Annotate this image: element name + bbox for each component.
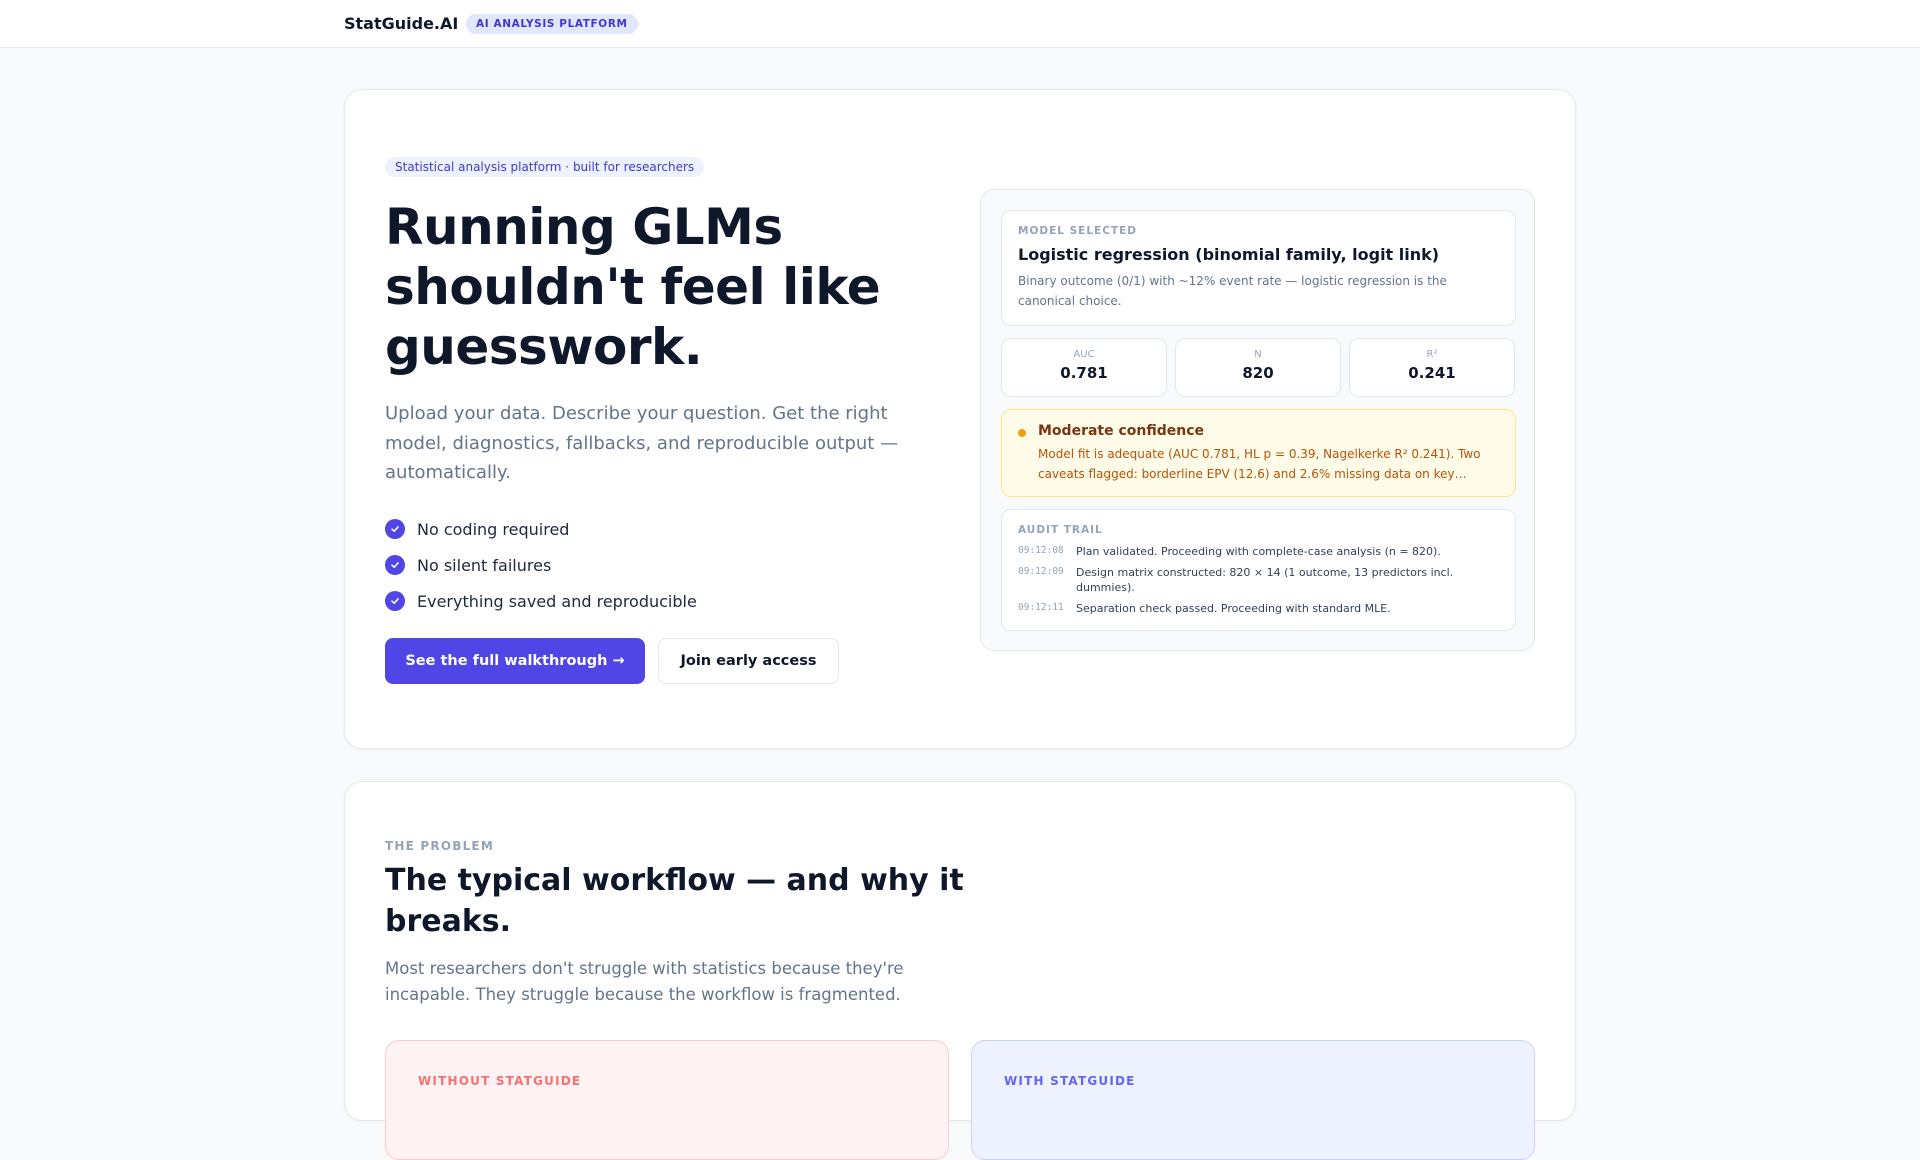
confidence-title: Moderate confidence (1038, 423, 1205, 439)
model-selected-box: MODEL SELECTED Logistic regression (bino… (1001, 210, 1516, 326)
metric-label: R² (1426, 349, 1438, 360)
metric-value: 820 (1242, 364, 1274, 382)
metric-auc: AUC 0.781 (1001, 338, 1167, 397)
hero-headline: Running GLMs shouldn't feel like guesswo… (385, 198, 881, 376)
section-eyebrow: THE PROBLEM (385, 839, 494, 853)
check-icon (385, 519, 405, 539)
audit-message: Design matrix constructed: 820 × 14 (1 o… (1076, 566, 1454, 594)
metric-n: N 820 (1175, 338, 1341, 397)
problem-section: THE PROBLEM The typical workflow — and w… (344, 781, 1576, 1160)
confidence-alert: Moderate confidence Model fit is adequat… (1001, 409, 1516, 497)
without-statguide-card: WITHOUT STATGUIDE (385, 1040, 949, 1160)
top-navigation-bar: StatGuide.AI AI ANALYSIS PLATFORM (0, 0, 1920, 48)
audit-trail-label: AUDIT TRAIL (1018, 524, 1103, 536)
hero-card: Statistical analysis platform · built fo… (344, 89, 1576, 749)
checklist-item: Everything saved and reproducible (385, 583, 697, 619)
metric-label: AUC (1073, 349, 1095, 360)
model-description: Binary outcome (0/1) with ~12% event rat… (1018, 274, 1447, 308)
checklist-item: No silent failures (385, 547, 697, 583)
section-title: The typical workflow — and why it breaks… (385, 863, 964, 939)
metric-value: 0.781 (1060, 364, 1108, 382)
hero-tagline: Statistical analysis platform · built fo… (385, 157, 705, 177)
checklist-item-label: No silent failures (417, 555, 552, 575)
audit-timestamp: 09:12:09 (1018, 566, 1064, 577)
check-icon (385, 555, 405, 575)
platform-badge: AI ANALYSIS PLATFORM (466, 14, 638, 34)
metric-label: N (1254, 349, 1262, 360)
audit-row: 09:12:11 Separation check passed. Procee… (1018, 601, 1498, 616)
hero-subtext: Upload your data. Describe your question… (385, 403, 899, 483)
with-statguide-label: WITH STATGUIDE (1004, 1074, 1136, 1088)
brand-logo[interactable]: StatGuide.AI (344, 14, 458, 33)
audit-message: Separation check passed. Proceeding with… (1076, 602, 1391, 615)
audit-message: Plan validated. Proceeding with complete… (1076, 545, 1441, 558)
checklist-item-label: No coding required (417, 519, 570, 539)
without-statguide-label: WITHOUT STATGUIDE (418, 1074, 582, 1088)
audit-trail: AUDIT TRAIL 09:12:08 Plan validated. Pro… (1001, 509, 1516, 631)
checklist-item: No coding required (385, 511, 697, 547)
full-walkthrough-button[interactable]: See the full walkthrough → (385, 638, 645, 684)
warning-dot-icon (1018, 429, 1026, 437)
join-early-access-button[interactable]: Join early access (658, 638, 839, 684)
model-title: Logistic regression (binomial family, lo… (1018, 245, 1440, 264)
audit-row: 09:12:09 Design matrix constructed: 820 … (1018, 565, 1498, 595)
analysis-preview-panel: MODEL SELECTED Logistic regression (bino… (980, 189, 1535, 651)
metric-value: 0.241 (1408, 364, 1456, 382)
audit-timestamp: 09:12:11 (1018, 602, 1064, 613)
metric-r-squared: R² 0.241 (1349, 338, 1515, 397)
with-statguide-card: WITH STATGUIDE (971, 1040, 1535, 1160)
section-subtext: Most researchers don't struggle with sta… (385, 959, 904, 1004)
check-icon (385, 591, 405, 611)
confidence-text: Model fit is adequate (AUC 0.781, HL p =… (1038, 447, 1481, 481)
checklist-item-label: Everything saved and reproducible (417, 591, 697, 611)
audit-list: 09:12:08 Plan validated. Proceeding with… (1018, 544, 1498, 622)
audit-timestamp: 09:12:08 (1018, 545, 1064, 556)
model-selected-label: MODEL SELECTED (1018, 225, 1137, 237)
feature-checklist: No coding required No silent failures Ev… (385, 511, 697, 619)
audit-row: 09:12:08 Plan validated. Proceeding with… (1018, 544, 1498, 559)
